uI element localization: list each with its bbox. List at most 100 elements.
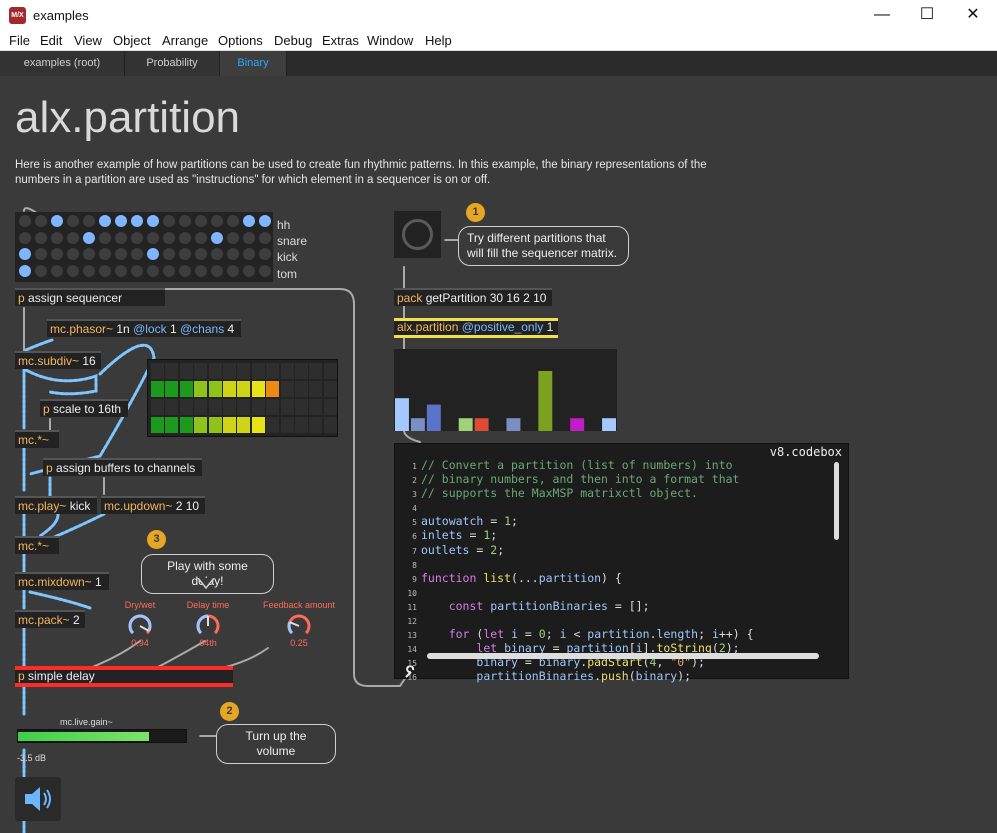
mc-subdiv-object[interactable]: mc.subdiv~ 16 [15, 351, 101, 369]
sequencer-cell[interactable] [163, 248, 175, 260]
start-toggle[interactable] [394, 211, 441, 258]
sequencer-cell[interactable] [99, 215, 111, 227]
sequencer-cell[interactable] [115, 215, 127, 227]
sequencer-cell[interactable] [131, 215, 143, 227]
sequencer-cell[interactable] [259, 231, 271, 244]
sequencer-cell[interactable] [163, 231, 175, 244]
sequencer-cell[interactable] [179, 231, 191, 244]
mc-mixdown-object[interactable]: mc.mixdown~ 1 [15, 572, 109, 590]
sequencer-cell[interactable] [147, 215, 159, 227]
sequencer-cell[interactable] [259, 215, 271, 227]
sequencer-cell[interactable] [51, 264, 63, 277]
sequencer-cell[interactable] [35, 248, 47, 260]
sequencer-cell[interactable] [35, 264, 47, 277]
sequencer-cell[interactable] [195, 231, 207, 244]
sequencer-matrix[interactable] [15, 212, 273, 282]
sequencer-cell[interactable] [179, 248, 191, 260]
menu-edit[interactable]: Edit [40, 33, 62, 48]
sequencer-cell[interactable] [51, 231, 63, 244]
menu-file[interactable]: File [9, 33, 30, 48]
sequencer-cell[interactable] [115, 231, 127, 244]
menu-extras[interactable]: Extras [322, 33, 359, 48]
v8-codebox[interactable]: v8.codebox 1 // Convert a partition (list… [394, 443, 849, 682]
menu-view[interactable]: View [74, 33, 102, 48]
sequencer-cell[interactable] [227, 215, 239, 227]
sequencer-cell[interactable] [227, 248, 239, 260]
vertical-scrollbar[interactable] [834, 462, 839, 540]
sequencer-cell[interactable] [131, 264, 143, 277]
assign-buffers-object[interactable]: p assign buffers to channels [43, 458, 202, 476]
mc-updown-object[interactable]: mc.updown~ 2 10 [101, 496, 205, 514]
sequencer-cell[interactable] [195, 264, 207, 277]
sequencer-cell[interactable] [131, 248, 143, 260]
horizontal-scrollbar[interactable] [427, 653, 819, 659]
sequencer-cell[interactable] [131, 231, 143, 244]
menu-help[interactable]: Help [425, 33, 452, 48]
menu-options[interactable]: Options [218, 33, 263, 48]
sequencer-cell[interactable] [179, 215, 191, 227]
sequencer-cell[interactable] [83, 264, 95, 277]
sequencer-cell[interactable] [35, 231, 47, 244]
sequencer-cell[interactable] [243, 248, 255, 260]
sequencer-cell[interactable] [243, 215, 255, 227]
sequencer-cell[interactable] [35, 215, 47, 227]
assign-sequencer-object[interactable]: p assign sequencer [15, 288, 165, 306]
sequencer-cell[interactable] [51, 215, 63, 227]
sequencer-cell[interactable] [195, 248, 207, 260]
sequencer-cell[interactable] [67, 248, 79, 260]
code-lines[interactable]: 1 // Convert a partition (list of numbers… [399, 459, 839, 685]
sequencer-cell[interactable] [227, 264, 239, 277]
menu-window[interactable]: Window [367, 33, 413, 48]
sequencer-cell[interactable] [83, 248, 95, 260]
sequencer-cell[interactable] [195, 215, 207, 227]
sequencer-cell[interactable] [259, 248, 271, 260]
partition-multislider[interactable] [394, 349, 617, 431]
sequencer-cell[interactable] [147, 231, 159, 244]
dry-wet-dial[interactable] [126, 612, 154, 640]
sequencer-cell[interactable] [211, 248, 223, 260]
sequencer-cell[interactable] [259, 264, 271, 277]
sequencer-cell[interactable] [99, 248, 111, 260]
tab-examples-root[interactable]: examples (root) [0, 51, 125, 76]
sequencer-cell[interactable] [67, 231, 79, 244]
speaker-toggle[interactable] [15, 777, 61, 821]
scale-to-16th-object[interactable]: p scale to 16th [40, 399, 128, 417]
sequencer-cell[interactable] [243, 264, 255, 277]
sequencer-cell[interactable] [179, 264, 191, 277]
mc-multiply-object-2[interactable]: mc.*~ [15, 536, 59, 554]
sequencer-cell[interactable] [115, 264, 127, 277]
sequencer-cell[interactable] [19, 231, 31, 244]
delay-time-dial[interactable] [194, 612, 222, 640]
sequencer-cell[interactable] [243, 231, 255, 244]
sequencer-cell[interactable] [227, 231, 239, 244]
sequencer-cell[interactable] [99, 231, 111, 244]
sequencer-cell[interactable] [19, 264, 31, 277]
feedback-amount-dial[interactable] [285, 612, 313, 640]
sequencer-cell[interactable] [19, 215, 31, 227]
pack-get-partition-message[interactable]: pack getPartition 30 16 2 10 [394, 288, 552, 306]
mc-multiply-object-1[interactable]: mc.*~ [15, 430, 59, 448]
sequencer-cells[interactable] [15, 212, 273, 282]
sequencer-cell[interactable] [211, 231, 223, 244]
sequencer-cell[interactable] [67, 264, 79, 277]
sequencer-cell[interactable] [19, 248, 31, 260]
wrench-icon[interactable] [403, 666, 417, 680]
sequencer-cell[interactable] [115, 248, 127, 260]
sequencer-cell[interactable] [163, 264, 175, 277]
tab-binary[interactable]: Binary [220, 51, 287, 76]
sequencer-cell[interactable] [211, 215, 223, 227]
sequencer-cell[interactable] [211, 264, 223, 277]
mc-play-object[interactable]: mc.play~ kick [15, 496, 97, 514]
mc-phasor-object[interactable]: mc.phasor~ 1n @lock 1 @chans 4 [47, 319, 241, 337]
alx-partition-object[interactable]: alx.partition @positive_only 1 [394, 318, 558, 338]
sequencer-cell[interactable] [147, 248, 159, 260]
tab-probability[interactable]: Probability [125, 51, 220, 76]
minimize-button[interactable]: — [867, 4, 897, 26]
mc-pack-object[interactable]: mc.pack~ 2 [15, 610, 85, 628]
sequencer-cell[interactable] [83, 231, 95, 244]
sequencer-cell[interactable] [51, 248, 63, 260]
patcher-canvas[interactable]: alx.partition Here is another example of… [0, 76, 997, 833]
simple-delay-object[interactable]: p simple delay [15, 666, 233, 687]
close-button[interactable]: ✕ [958, 4, 988, 26]
menu-arrange[interactable]: Arrange [162, 33, 208, 48]
